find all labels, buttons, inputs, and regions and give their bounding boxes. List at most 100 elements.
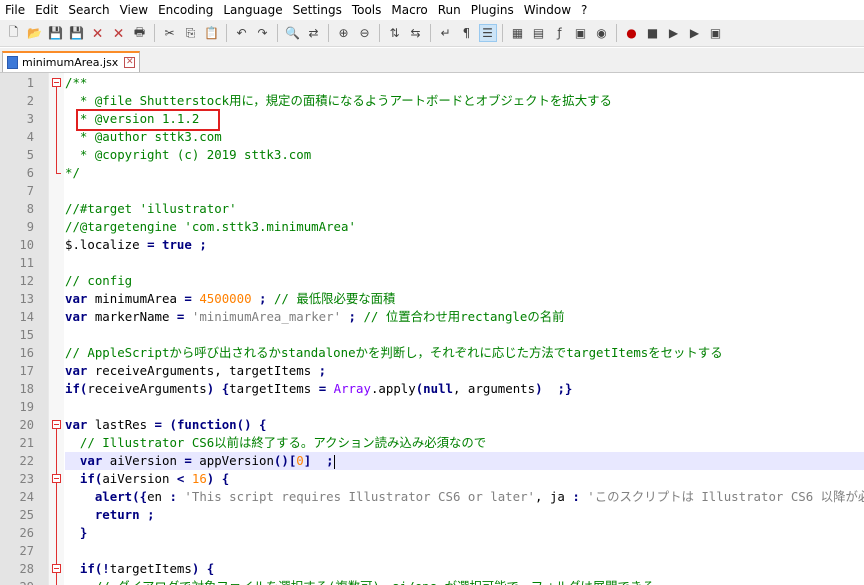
menu-search[interactable]: Search <box>63 0 114 20</box>
show-all-chars-icon[interactable]: ¶ <box>459 25 475 41</box>
line-number: 29 <box>0 578 34 585</box>
fold-toggle-icon[interactable] <box>52 420 61 429</box>
zoom-out-icon[interactable]: ⊖ <box>357 25 373 41</box>
stop-macro-icon[interactable]: ■ <box>645 25 661 41</box>
close-icon[interactable]: 🗙 <box>90 25 106 41</box>
print-icon[interactable]: 🖶 <box>132 25 148 41</box>
code-line[interactable]: 23 if(aiVersion < 16) { <box>0 470 864 488</box>
code-token: // ダイアログで対象ファイルを選択する(複数可)。ai/eps が選択可能で，… <box>95 579 655 585</box>
code-line[interactable]: 7 <box>0 182 864 200</box>
code-line[interactable]: 9 //@targetengine 'com.sttk3.minimumArea' <box>0 218 864 236</box>
line-number: 26 <box>19 526 34 540</box>
new-file-icon[interactable]: 🗋 <box>6 25 22 41</box>
code-line[interactable]: 26 } <box>0 524 864 542</box>
menu-encoding[interactable]: Encoding <box>153 0 218 20</box>
code-line[interactable]: 5 * @copyright (c) 2019 sttk3.com <box>0 146 864 164</box>
code-line[interactable]: 11 <box>0 254 864 272</box>
menu-tools[interactable]: Tools <box>347 0 387 20</box>
record-macro-icon[interactable]: ● <box>624 25 640 41</box>
line-number: 2 <box>26 94 34 108</box>
code-token: // config <box>65 273 133 288</box>
cut-icon[interactable]: ✂ <box>162 25 178 41</box>
close-tab-icon[interactable]: ✕ <box>124 57 136 68</box>
code-line[interactable]: 21 // Illustrator CS6以前は終了する。アクション読み込み必須… <box>0 434 864 452</box>
code-token: = <box>147 237 155 252</box>
play-multiple-icon[interactable]: ▶ <box>687 25 703 41</box>
sync-vertical-icon[interactable]: ⇅ <box>387 25 403 41</box>
word-wrap-icon[interactable]: ↵ <box>438 25 454 41</box>
code-line[interactable]: 15 <box>0 326 864 344</box>
code-line[interactable]: 17 var receiveArguments, targetItems ; <box>0 362 864 380</box>
code-line[interactable]: 14 var markerName = 'minimumArea_marker' … <box>0 308 864 326</box>
code-token: : <box>572 489 580 504</box>
fold-toggle-icon[interactable] <box>52 474 61 483</box>
replace-icon[interactable]: ⇄ <box>306 25 322 41</box>
code-line[interactable]: 6 */ <box>0 164 864 182</box>
menu-plugins[interactable]: Plugins <box>466 0 519 20</box>
paste-icon[interactable]: 📋 <box>204 25 220 41</box>
line-number: 24 <box>19 490 34 504</box>
menu-view[interactable]: View <box>115 0 153 20</box>
code-token: { <box>221 471 230 486</box>
menu-run[interactable]: Run <box>433 0 466 20</box>
code-token: //#target 'illustrator' <box>65 201 237 216</box>
code-text: var receiveArguments, targetItems ; <box>65 362 326 380</box>
user-lang-icon[interactable]: ▦ <box>510 25 526 41</box>
line-number: 18 <box>19 382 34 396</box>
play-macro-icon[interactable]: ▶ <box>666 25 682 41</box>
code-line[interactable]: 16 // AppleScriptから呼び出されるかstandaloneかを判断し… <box>0 344 864 362</box>
line-number: 8 <box>26 202 34 216</box>
code-line[interactable]: 1 /** <box>0 74 864 92</box>
code-line[interactable]: 8 //#target 'illustrator' <box>0 200 864 218</box>
fold-toggle-icon[interactable] <box>52 564 61 573</box>
line-number: 28 <box>19 562 34 576</box>
tab-minimumarea-jsx[interactable]: minimumArea.jsx ✕ <box>2 51 141 72</box>
menu-settings[interactable]: Settings <box>288 0 347 20</box>
code-line[interactable]: 2 * @file Shutterstock用に，規定の面積になるようアートボー… <box>0 92 864 110</box>
sync-horizontal-icon[interactable]: ⇆ <box>408 25 424 41</box>
code-line[interactable]: 22 var aiVersion = appVersion()[0] ; <box>20 452 864 470</box>
zoom-in-icon[interactable]: ⊕ <box>336 25 352 41</box>
menu-window[interactable]: Window <box>519 0 576 20</box>
doc-map-icon[interactable]: ▤ <box>531 25 547 41</box>
monitor-icon[interactable]: ◉ <box>594 25 610 41</box>
indent-guide-icon[interactable]: ☰ <box>478 24 497 42</box>
function-list-icon[interactable]: ƒ <box>552 25 568 41</box>
copy-icon[interactable]: ⎘ <box>183 25 199 41</box>
code-line[interactable]: 20 var lastRes = (function() { <box>0 416 864 434</box>
code-line[interactable]: 12 // config <box>0 272 864 290</box>
menu-edit[interactable]: Edit <box>30 0 63 20</box>
code-line[interactable]: 18 if(receiveArguments) {targetItems = Ar… <box>0 380 864 398</box>
undo-icon[interactable]: ↶ <box>234 25 250 41</box>
tab-label: minimumArea.jsx <box>22 56 119 69</box>
code-token: // Illustrator CS6以前は終了する。アクション読み込み必須なので <box>79 435 487 450</box>
line-number: 11 <box>19 256 34 270</box>
code-line[interactable]: 19 <box>0 398 864 416</box>
find-icon[interactable]: 🔍 <box>285 25 301 41</box>
folder-workspace-icon[interactable]: ▣ <box>573 25 589 41</box>
code-line[interactable]: 27 <box>0 542 864 560</box>
fold-toggle-icon[interactable] <box>52 78 61 87</box>
redo-icon[interactable]: ↷ <box>255 25 271 41</box>
code-token: 'minimumArea_marker' <box>191 309 342 324</box>
menu-language[interactable]: Language <box>218 0 287 20</box>
code-line[interactable]: 28 if(!targetItems) { <box>0 560 864 578</box>
save-macro-icon[interactable]: ▣ <box>708 25 724 41</box>
menu-macro[interactable]: Macro <box>386 0 432 20</box>
code-line[interactable]: 24 alert({en : 'This script requires Ill… <box>0 488 864 506</box>
menu-file[interactable]: File <box>0 0 30 20</box>
code-token: ) <box>535 381 543 396</box>
code-line[interactable]: 10 $.localize = true ; <box>0 236 864 254</box>
open-file-icon[interactable]: 📂 <box>27 25 43 41</box>
save-icon[interactable]: 💾 <box>48 25 64 41</box>
toolbar: 🗋 📂 💾 💾 🗙 🗙 🖶 ✂ ⎘ 📋 ↶ ↷ 🔍 ⇄ ⊕ ⊖ ⇅ ⇆ ↵ ¶ ☰ ▦ ▤ ƒ ▣ ◉ ● ■ ▶ ▶ ▣ <box>0 20 864 47</box>
close-all-icon[interactable]: 🗙 <box>111 25 127 41</box>
code-line[interactable]: 13 var minimumArea = 4500000 ; // 最低限必要な面… <box>0 290 864 308</box>
code-editor[interactable]: 1 /** 2 * @file Shutterstock用に，規定の面積になるようア… <box>0 73 864 585</box>
save-all-icon[interactable]: 💾 <box>69 25 85 41</box>
code-line[interactable]: 25 return ; <box>0 506 864 524</box>
menu-help[interactable]: ? <box>576 0 592 20</box>
code-line[interactable]: 29 // ダイアログで対象ファイルを選択する(複数可)。ai/eps が選択可… <box>0 578 864 585</box>
